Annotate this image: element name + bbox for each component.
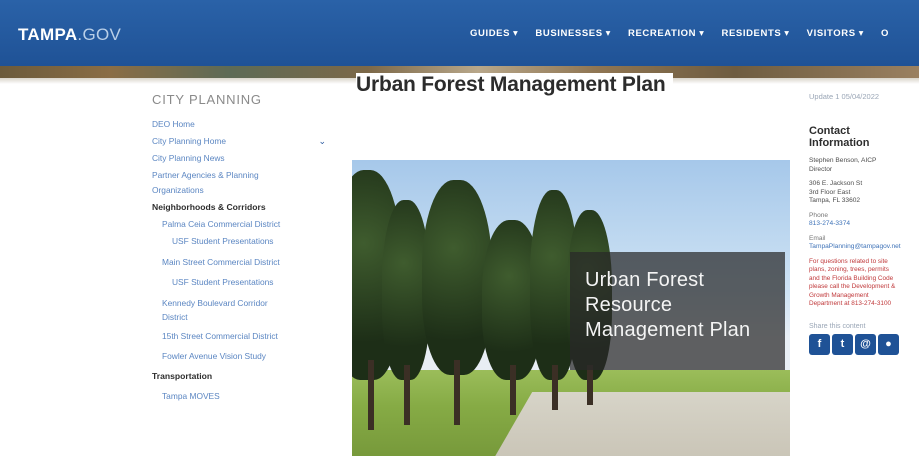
email-label: Email <box>809 234 826 242</box>
main-nav: GUIDES ▾ BUSINESSES ▾ RECREATION ▾ RESIDENT… <box>470 28 906 39</box>
sidebar-item-palma-ceia[interactable]: Palma Ceia Commercial District <box>152 219 322 230</box>
share-label: Share this content <box>809 322 866 330</box>
sidebar-item-15th-street[interactable]: 15th Street Commercial District <box>152 331 322 342</box>
nav-guides[interactable]: GUIDES ▾ <box>470 28 518 39</box>
address-line-3: Tampa, FL 33602 <box>809 197 861 204</box>
chevron-down-icon: ▾ <box>784 28 790 39</box>
sidebar-heading-transportation: Transportation <box>152 371 213 381</box>
address-line-1: 306 E. Jackson St <box>809 180 863 187</box>
page-title: Urban Forest Management Plan <box>356 73 674 97</box>
print-icon[interactable]: ● <box>878 333 899 355</box>
chevron-down-icon: ▾ <box>605 28 612 39</box>
plan-title-overlay: Urban Forest Resource Management Plan <box>570 252 785 370</box>
sidebar-item-city-planning-news[interactable]: City Planning News <box>152 153 322 164</box>
logo-main: TAMPA <box>18 25 78 44</box>
nav-recreation[interactable]: RECREATION ▾ <box>628 28 704 39</box>
sidebar-item-usf-presentations[interactable]: USF Student Presentations <box>152 277 322 288</box>
last-updated: Update 1 05/04/2022 <box>809 92 880 101</box>
contact-role: Director <box>809 165 833 173</box>
contact-heading: Contact Information <box>809 125 870 149</box>
tree-trunk <box>368 360 374 430</box>
sidebar-item-deo-home[interactable]: DEO Home <box>152 119 322 130</box>
tree-trunk <box>404 365 410 425</box>
share-buttons: f t @ ● <box>809 333 919 355</box>
email-icon[interactable]: @ <box>855 333 876 355</box>
nav-businesses[interactable]: BUSINESSES ▾ <box>535 28 611 39</box>
sidebar-nav: CITY PLANNING DEO Home City Planning Hom… <box>152 92 326 402</box>
sidebar-item-city-planning-home[interactable]: City Planning Home ⌄ <box>152 136 326 147</box>
sidebar-item-kennedy-boulevard[interactable]: Kennedy Boulevard Corridor <box>152 298 322 309</box>
logo-suffix: .GOV <box>77 25 122 44</box>
sidebar-item-organizations[interactable]: Organizations <box>152 185 322 196</box>
plan-title-text: Urban Forest Resource Management Plan <box>585 269 751 341</box>
walkway <box>491 392 790 456</box>
contact-sidebar: Update 1 05/04/2022 Contact Information … <box>809 92 919 355</box>
phone-link[interactable]: 813-274-3374 <box>809 220 919 229</box>
facebook-icon[interactable]: f <box>809 333 830 355</box>
sidebar-item-kennedy-district[interactable]: District <box>152 312 322 323</box>
sidebar-item-tampa-moves[interactable]: Tampa MOVES <box>152 391 322 402</box>
contact-note: For questions related to site plans, zon… <box>809 257 896 308</box>
address-line-2: 3rd Floor East <box>809 188 851 196</box>
tree-trunk <box>587 365 593 405</box>
phone-label: Phone <box>809 211 829 219</box>
sidebar-header: CITY PLANNING <box>152 92 262 107</box>
sidebar-heading-neighborhoods: Neighborhoods & Corridors <box>152 202 266 212</box>
twitter-icon[interactable]: t <box>832 333 853 355</box>
contact-name: Stephen Benson, AICP <box>809 157 877 164</box>
top-navigation-bar: TAMPA.GOV GUIDES ▾ BUSINESSES ▾ RECREATION… <box>0 0 919 66</box>
sidebar-item-fowler-avenue[interactable]: Fowler Avenue Vision Study <box>152 351 322 362</box>
chevron-down-icon: ▾ <box>699 28 705 39</box>
tree-trunk <box>552 365 558 410</box>
tree-trunk <box>510 365 516 415</box>
sidebar-item-main-street[interactable]: Main Street Commercial District <box>152 257 322 268</box>
sidebar-item-usf-presentations[interactable]: USF Student Presentations <box>152 236 322 247</box>
sidebar-item-partner-agencies[interactable]: Partner Agencies & Planning <box>152 170 322 181</box>
chevron-down-icon: ▾ <box>858 28 865 39</box>
email-link[interactable]: TampaPlanning@tampagov.net <box>809 243 919 252</box>
plan-cover-image: Urban Forest Resource Management Plan <box>352 160 790 456</box>
chevron-down-icon[interactable]: ⌄ <box>318 136 326 147</box>
nav-overflow[interactable]: O <box>881 28 889 39</box>
nav-residents[interactable]: RESIDENTS ▾ <box>722 28 790 39</box>
site-logo[interactable]: TAMPA.GOV <box>18 25 121 45</box>
chevron-down-icon: ▾ <box>513 28 519 39</box>
nav-visitors[interactable]: VISITORS ▾ <box>807 28 864 39</box>
tree-trunk <box>454 360 460 425</box>
